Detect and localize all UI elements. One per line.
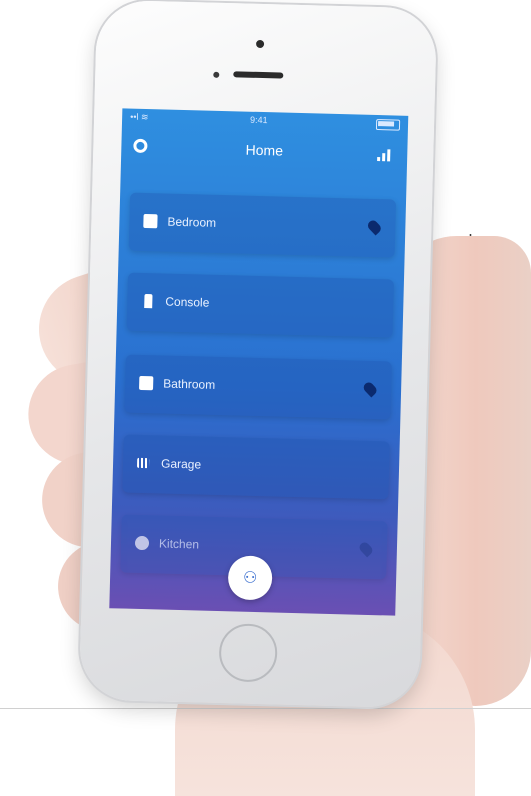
- earpiece-speaker: [233, 71, 284, 79]
- device-label: Console: [165, 294, 210, 310]
- face-icon: ⚇: [242, 569, 258, 588]
- device-label: Bathroom: [163, 376, 216, 392]
- location-pin-icon: [361, 380, 379, 398]
- barcode-icon: [136, 457, 150, 469]
- battery-icon: [375, 119, 401, 131]
- device-label: Kitchen: [158, 536, 200, 552]
- pot-icon: [134, 535, 150, 551]
- nav-bar: Home: [121, 126, 408, 173]
- device-label: Garage: [160, 456, 202, 472]
- page-divider: [0, 708, 531, 709]
- device-card[interactable]: Bathroom: [124, 354, 392, 420]
- home-button[interactable]: [218, 623, 278, 683]
- signal-status: ••l ≋: [130, 111, 149, 123]
- device-card[interactable]: Garage: [122, 434, 390, 500]
- location-pin-icon: [357, 540, 375, 558]
- smartphone: ••l ≋ 9:41 Home Bedroom Console Bathroom: [78, 0, 438, 709]
- proximity-sensor: [213, 71, 220, 78]
- page-title: Home: [245, 141, 284, 159]
- signal-bars-icon[interactable]: [377, 149, 391, 162]
- app-screen: ••l ≋ 9:41 Home Bedroom Console Bathroom: [109, 108, 409, 616]
- lamp-icon: [144, 294, 153, 309]
- status-time: 9:41: [249, 114, 268, 126]
- voice-assistant-button[interactable]: ⚇: [227, 555, 273, 601]
- box-icon: [139, 375, 154, 391]
- front-camera: [256, 39, 265, 49]
- device-card[interactable]: Console: [126, 272, 394, 338]
- bed-icon: [143, 213, 158, 229]
- device-card[interactable]: Bedroom: [128, 192, 397, 258]
- device-label: Bedroom: [167, 214, 217, 230]
- location-pin-icon: [365, 218, 383, 236]
